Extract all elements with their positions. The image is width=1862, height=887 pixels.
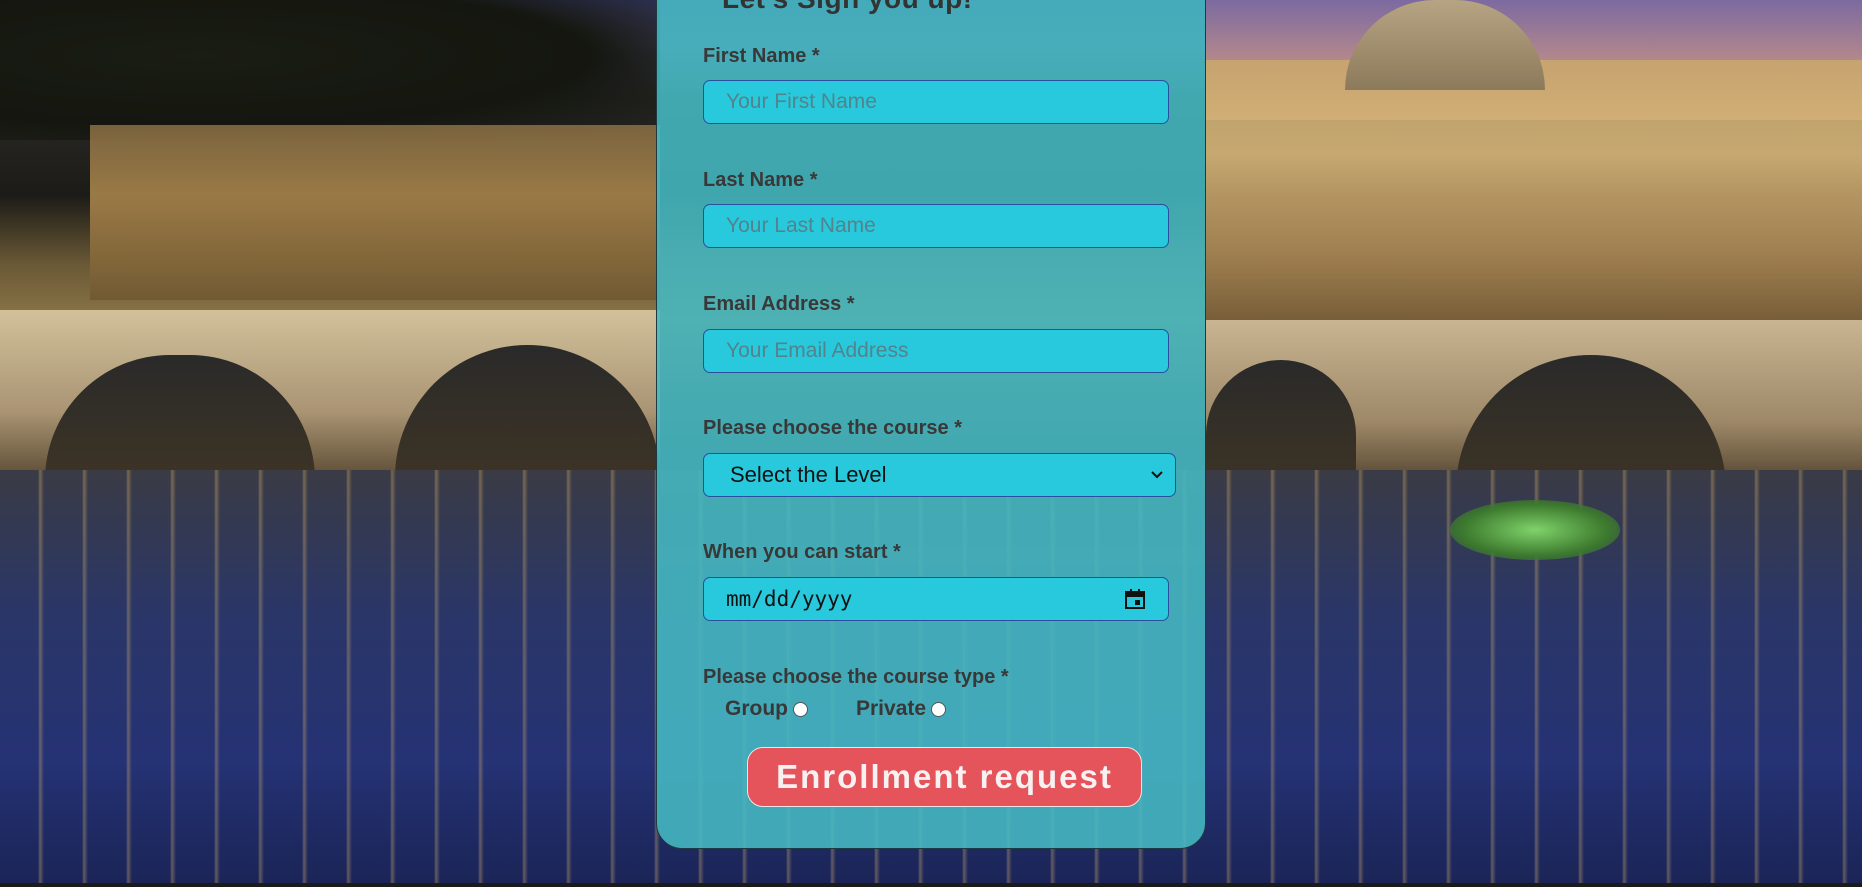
- bridge-arch: [395, 345, 660, 480]
- start-date-input[interactable]: mm/dd/yyyy: [703, 577, 1169, 621]
- background-bridge-right: [1206, 320, 1862, 490]
- start-date-value: mm/dd/yyyy: [726, 587, 853, 611]
- first-name-input[interactable]: [703, 80, 1169, 124]
- email-input[interactable]: [703, 329, 1169, 373]
- last-name-input[interactable]: [703, 204, 1169, 248]
- last-name-label: Last Name *: [703, 169, 818, 191]
- start-date-label: When you can start *: [703, 541, 901, 563]
- radio-button-group[interactable]: [793, 701, 808, 717]
- radio-label-private: Private: [856, 697, 927, 720]
- radio-label-group: Group: [725, 697, 788, 720]
- bridge-arch: [45, 355, 315, 480]
- course-level-select[interactable]: Select the Level: [703, 453, 1176, 497]
- course-type-radio-group: Group Private: [725, 697, 994, 721]
- radio-option-group[interactable]: Group: [725, 697, 808, 721]
- calendar-icon[interactable]: [1124, 588, 1146, 610]
- radio-button-private[interactable]: [931, 701, 947, 717]
- bottom-strip: [0, 883, 1862, 887]
- chevron-down-icon: [1151, 471, 1163, 479]
- form-title: Let's Sign you up!: [722, 0, 973, 15]
- background-trees: [0, 0, 660, 140]
- background-buildings-left: [90, 125, 660, 300]
- email-label: Email Address *: [703, 293, 855, 315]
- background-basilica: [1206, 60, 1862, 330]
- course-type-label: Please choose the course type *: [703, 666, 1009, 688]
- first-name-label: First Name *: [703, 45, 820, 67]
- page: Let's Sign you up! First Name * Last Nam…: [0, 0, 1862, 887]
- background-greenery: [1450, 500, 1620, 560]
- course-label: Please choose the course *: [703, 417, 963, 439]
- signup-form-card: Let's Sign you up! First Name * Last Nam…: [656, 0, 1206, 849]
- enrollment-request-button[interactable]: Enrollment request: [747, 747, 1142, 807]
- radio-option-private[interactable]: Private: [856, 697, 947, 721]
- course-level-selected: Select the Level: [730, 462, 887, 487]
- background-bridge-left: [0, 310, 660, 480]
